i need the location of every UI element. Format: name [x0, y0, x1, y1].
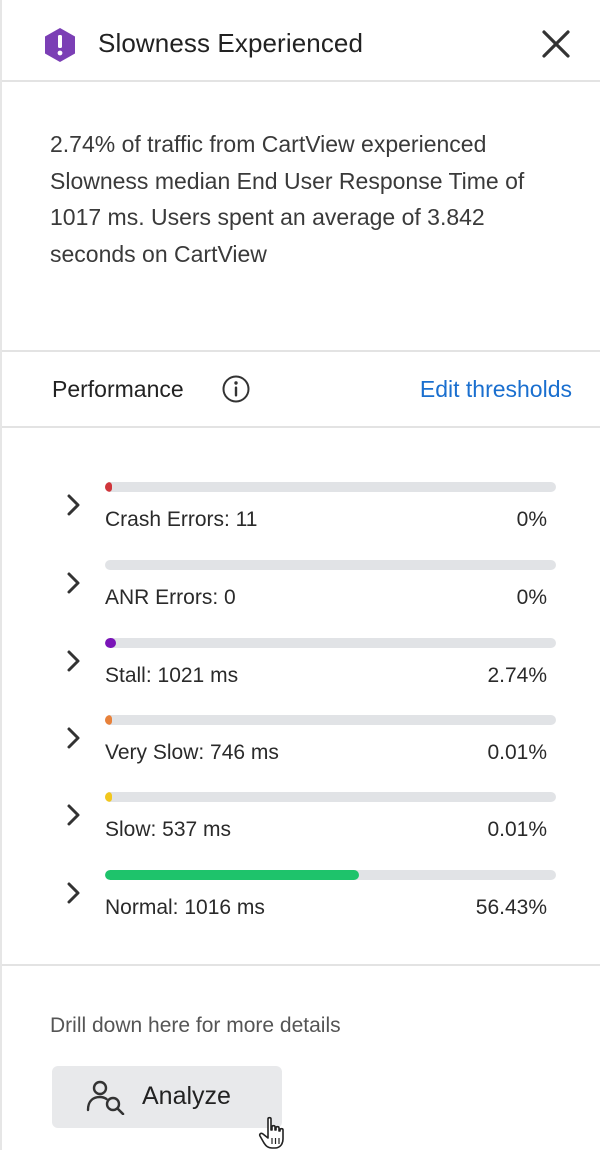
metric-label: Slow: 537 ms	[105, 818, 232, 841]
metric-bar-fill	[105, 870, 360, 880]
metric-percent: 0%	[516, 586, 547, 609]
panel-header: Slowness Experienced	[2, 0, 600, 82]
metric-bar-track	[105, 715, 556, 725]
metric-label: Crash Errors: 11	[105, 508, 258, 531]
chevron-right-icon[interactable]	[64, 492, 84, 518]
metric-label: ANR Errors: 0	[105, 586, 236, 609]
drill-down-text: Drill down here for more details	[50, 1014, 341, 1037]
metric-bar-track	[105, 560, 556, 570]
metric-percent: 0.01%	[487, 741, 547, 764]
hand-cursor-icon	[258, 1116, 284, 1149]
metrics-list: Crash Errors: 11 0% ANR Errors: 0 0% Stall: …	[2, 430, 600, 966]
metric-percent: 0.01%	[487, 818, 547, 841]
alert-icon	[45, 28, 75, 62]
chevron-right-icon[interactable]	[64, 880, 84, 906]
metric-row[interactable]: Crash Errors: 11 0%	[2, 482, 600, 552]
metric-bar-track	[105, 870, 556, 880]
metric-bar-track	[105, 638, 556, 648]
metric-row[interactable]: Very Slow: 746 ms 0.01%	[2, 715, 600, 785]
user-search-icon	[86, 1080, 125, 1115]
metric-row[interactable]: ANR Errors: 0 0%	[2, 560, 600, 630]
chevron-right-icon[interactable]	[64, 570, 84, 596]
chevron-right-icon[interactable]	[64, 648, 84, 674]
chevron-right-icon[interactable]	[64, 725, 84, 751]
metric-bar-track	[105, 482, 556, 492]
metric-label: Stall: 1021 ms	[105, 664, 239, 687]
metric-row[interactable]: Stall: 1021 ms 2.74%	[2, 638, 600, 708]
metric-percent: 2.74%	[487, 664, 547, 687]
edit-thresholds-link[interactable]: Edit thresholds	[420, 376, 572, 403]
metric-label: Normal: 1016 ms	[105, 896, 265, 919]
metric-bar-fill	[105, 792, 112, 802]
chevron-right-icon[interactable]	[64, 802, 84, 828]
metric-row[interactable]: Slow: 537 ms 0.01%	[2, 792, 600, 862]
metric-label: Very Slow: 746 ms	[105, 741, 279, 764]
metric-row[interactable]: Normal: 1016 ms 56.43%	[2, 870, 600, 940]
summary-text: 2.74% of traffic from CartView experienc…	[50, 131, 525, 267]
info-icon[interactable]	[221, 374, 251, 404]
metric-bar-fill	[105, 482, 112, 492]
metric-bar-fill	[105, 715, 112, 725]
panel-title: Slowness Experienced	[98, 28, 364, 58]
summary-section: 2.74% of traffic from CartView experienc…	[2, 84, 600, 352]
metric-percent: 56.43%	[475, 896, 547, 919]
slowness-panel: Slowness Experienced 2.74% of traffic fr…	[0, 0, 600, 1150]
metric-percent: 0%	[516, 508, 547, 531]
metric-bar-fill	[105, 638, 117, 648]
metric-bar-track	[105, 792, 556, 802]
close-icon[interactable]	[536, 24, 576, 64]
performance-title: Performance	[52, 376, 184, 402]
analyze-label: Analyze	[142, 1082, 231, 1110]
analyze-button[interactable]: Analyze	[52, 1066, 282, 1128]
performance-header: Performance Edit thresholds	[2, 354, 600, 428]
